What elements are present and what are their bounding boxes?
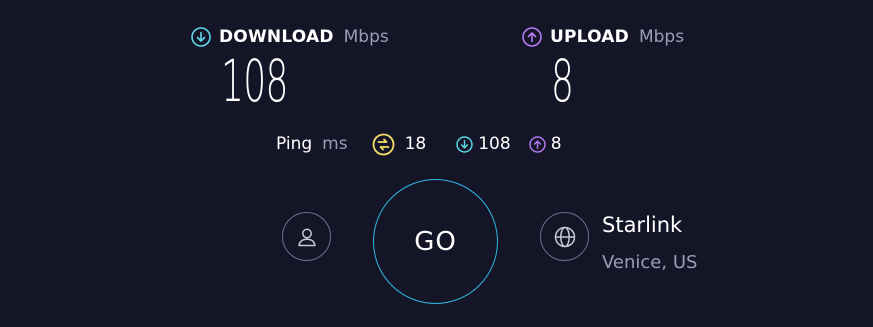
provider-location[interactable]: Venice, US	[602, 252, 697, 273]
download-label: DOWNLOAD	[219, 27, 334, 47]
ping-download: 108	[456, 134, 511, 154]
provider-name: Starlink	[602, 213, 683, 237]
ping-idle-value: 18	[404, 134, 427, 154]
upload-header: UPLOAD Mbps	[522, 24, 684, 50]
download-latency-icon	[456, 135, 473, 153]
ping-idle: 18	[372, 133, 427, 156]
ping-unit: ms	[322, 134, 348, 154]
upload-metric: UPLOAD Mbps	[522, 24, 684, 50]
download-arrow-icon	[191, 27, 211, 47]
globe-icon	[554, 226, 575, 247]
user-icon	[297, 228, 316, 246]
change-server-button[interactable]	[540, 212, 589, 261]
ping-upload-value: 8	[550, 134, 562, 154]
upload-arrow-icon	[522, 27, 542, 47]
ping-latency-icon	[372, 133, 394, 155]
ping-upload: 8	[528, 134, 562, 154]
download-value: 108	[221, 47, 288, 115]
upload-label: UPLOAD	[550, 27, 629, 47]
ping-label: Ping	[276, 134, 313, 154]
ping-download-value: 108	[478, 134, 511, 154]
upload-latency-icon	[528, 135, 546, 153]
upload-unit: Mbps	[638, 27, 685, 47]
ping-row: Ping ms 18 108 8	[276, 132, 562, 156]
account-button[interactable]	[282, 212, 331, 261]
upload-value: 8	[551, 47, 574, 115]
go-button[interactable]: GO	[373, 179, 498, 304]
download-unit: Mbps	[343, 27, 389, 47]
